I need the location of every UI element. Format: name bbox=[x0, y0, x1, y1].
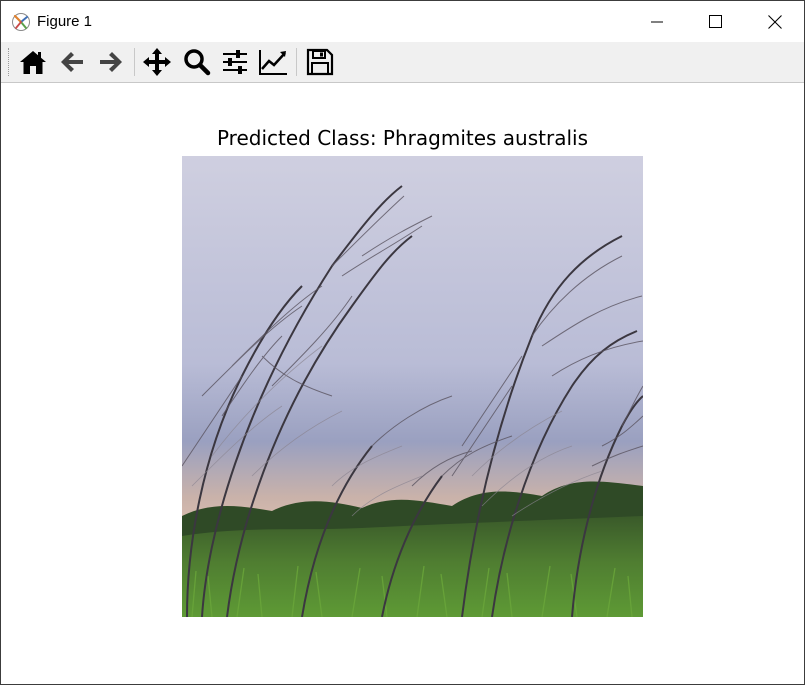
figure-canvas[interactable]: Predicted Class: Phragmites australis bbox=[1, 83, 804, 684]
toolbar-separator bbox=[296, 48, 297, 76]
reed-grass-photo bbox=[182, 156, 643, 617]
magnifier-icon bbox=[184, 49, 211, 76]
predicted-image bbox=[182, 156, 643, 617]
window-title: Figure 1 bbox=[37, 13, 93, 30]
maximize-button[interactable] bbox=[686, 1, 744, 42]
toolbar-separator bbox=[134, 48, 135, 76]
edit-axis-button[interactable] bbox=[257, 46, 289, 78]
back-button[interactable] bbox=[56, 46, 88, 78]
save-button[interactable] bbox=[304, 46, 336, 78]
toolbar-grip[interactable] bbox=[8, 48, 11, 76]
forward-button[interactable] bbox=[95, 46, 127, 78]
arrow-left-icon bbox=[61, 52, 83, 72]
plot-title: Predicted Class: Phragmites australis bbox=[216, 126, 589, 150]
title-bar[interactable]: Figure 1 bbox=[1, 1, 804, 42]
pan-button[interactable] bbox=[141, 46, 173, 78]
floppy-disk-icon bbox=[306, 48, 334, 76]
home-icon bbox=[20, 51, 46, 74]
figure-window: Figure 1 Predicted Class: Phragmites aus… bbox=[0, 0, 805, 685]
maximize-icon bbox=[708, 15, 722, 28]
line-chart-icon bbox=[259, 50, 287, 75]
close-button[interactable] bbox=[746, 1, 804, 42]
arrow-right-icon bbox=[100, 52, 122, 72]
minimize-button[interactable] bbox=[628, 1, 686, 42]
matplotlib-app-icon bbox=[12, 13, 30, 31]
move-icon bbox=[143, 48, 171, 76]
minimize-icon bbox=[651, 21, 663, 22]
zoom-button[interactable] bbox=[181, 46, 213, 78]
close-icon bbox=[768, 14, 782, 29]
home-button[interactable] bbox=[17, 46, 49, 78]
sliders-icon bbox=[223, 50, 247, 74]
navigation-toolbar bbox=[1, 42, 804, 83]
configure-subplots-button[interactable] bbox=[219, 46, 251, 78]
